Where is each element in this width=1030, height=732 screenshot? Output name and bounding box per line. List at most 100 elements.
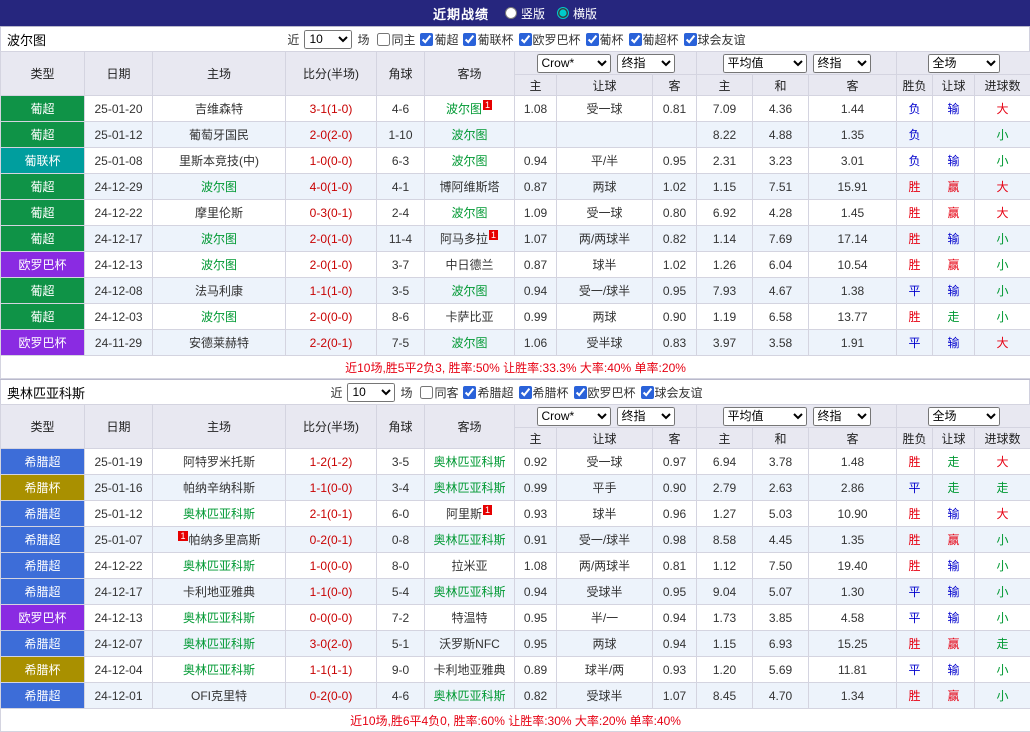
bookmaker-select[interactable]: Crow* — [537, 54, 611, 73]
handicap-line: 球半/两 — [557, 657, 653, 683]
avg-stage-select[interactable]: 终指 — [813, 54, 871, 73]
sub-column-header: 胜负 — [897, 428, 933, 449]
bookmaker-select[interactable]: Crow* — [537, 407, 611, 426]
checkbox-input[interactable] — [641, 386, 654, 399]
odds-stage-select[interactable]: 终指 — [617, 54, 675, 73]
section-team-title: 奥林匹亚科斯 — [7, 383, 85, 402]
team-name: 里斯本竞技(中) — [179, 154, 259, 168]
filter-checkbox-希腊超[interactable]: 希腊超 — [458, 384, 513, 401]
checkbox-input[interactable] — [377, 33, 390, 46]
column-header: 类型 — [1, 52, 85, 96]
avg-away: 1.45 — [809, 200, 897, 226]
away-odds: 0.98 — [653, 527, 697, 553]
filter-checkbox-同客[interactable]: 同客 — [415, 384, 458, 401]
avg-away: 1.34 — [809, 683, 897, 709]
result-goals: 小 — [975, 278, 1030, 304]
result-goals: 小 — [975, 553, 1030, 579]
recent-count-select[interactable]: 10 — [347, 383, 395, 402]
checkbox-input[interactable] — [629, 33, 642, 46]
filter-checkbox-葡联杯[interactable]: 葡联杯 — [458, 31, 513, 48]
filter-checkbox-同主[interactable]: 同主 — [372, 31, 415, 48]
match-stats-page: 近期战绩 竖版横版 波尔图近10场同主葡超葡联杯欧罗巴杯葡杯葡超杯球会友谊类型日… — [0, 0, 1030, 732]
checkbox-input[interactable] — [519, 386, 532, 399]
checkbox-input[interactable] — [463, 386, 476, 399]
avg-draw: 4.36 — [753, 96, 809, 122]
filter-bar: 波尔图近10场同主葡超葡联杯欧罗巴杯葡杯葡超杯球会友谊 — [0, 27, 1030, 51]
match-date: 24-12-03 — [85, 304, 153, 330]
scope-select[interactable]: 全场 — [928, 407, 1000, 426]
away-team: 沃罗斯NFC — [425, 631, 515, 657]
odds-select-group: Crow* 终指 — [515, 52, 697, 75]
result-outcome: 平 — [897, 605, 933, 631]
match-row: 葡超24-12-29波尔图4-0(1-0)4-1博阿维斯塔0.87两球1.021… — [1, 174, 1030, 200]
avg-away: 3.01 — [809, 148, 897, 174]
checkbox-input[interactable] — [684, 33, 697, 46]
filter-checkbox-葡超杯[interactable]: 葡超杯 — [624, 31, 679, 48]
avg-home: 1.19 — [697, 304, 753, 330]
match-score: 2-0(0-0) — [286, 304, 377, 330]
handicap-line: 受一/球半 — [557, 527, 653, 553]
competition-badge: 希腊超 — [1, 683, 85, 709]
checkbox-input[interactable] — [463, 33, 476, 46]
match-row: 希腊超24-12-17卡利地亚雅典1-1(0-0)5-4奥林匹亚科斯0.94受球… — [1, 579, 1030, 605]
match-date: 24-12-04 — [85, 657, 153, 683]
filter-checkbox-欧罗巴杯[interactable]: 欧罗巴杯 — [569, 384, 636, 401]
layout-radio-vertical[interactable]: 竖版 — [505, 5, 545, 22]
filter-checkbox-葡杯[interactable]: 葡杯 — [581, 31, 624, 48]
checkbox-input[interactable] — [420, 386, 433, 399]
avg-home: 1.14 — [697, 226, 753, 252]
recent-count-select[interactable]: 10 — [304, 30, 352, 49]
avg-draw: 5.03 — [753, 501, 809, 527]
away-team: 奥林匹亚科斯 — [425, 579, 515, 605]
average-select[interactable]: 平均值 — [723, 407, 807, 426]
checkbox-input[interactable] — [574, 386, 587, 399]
avg-home: 8.58 — [697, 527, 753, 553]
scope-select-group: 全场 — [897, 52, 1030, 75]
odds-stage-select[interactable]: 终指 — [617, 407, 675, 426]
filter-checkbox-球会友谊[interactable]: 球会友谊 — [636, 384, 703, 401]
corner-score: 7-2 — [377, 605, 425, 631]
column-header: 主场 — [153, 52, 286, 96]
checkbox-label: 希腊超 — [477, 384, 513, 401]
home-team: 波尔图 — [153, 304, 286, 330]
team-name: 奥林匹亚科斯 — [183, 611, 255, 625]
team-name: 葡萄牙国民 — [189, 128, 249, 142]
home-odds: 1.06 — [515, 330, 557, 356]
column-header: 主场 — [153, 405, 286, 449]
avg-away: 1.35 — [809, 122, 897, 148]
result-goals: 小 — [975, 304, 1030, 330]
checkbox-input[interactable] — [519, 33, 532, 46]
checkbox-label: 葡联杯 — [477, 31, 513, 48]
avg-stage-select[interactable]: 终指 — [813, 407, 871, 426]
home-odds: 0.87 — [515, 174, 557, 200]
layout-radio-input[interactable] — [557, 7, 569, 19]
layout-radio-input[interactable] — [505, 7, 517, 19]
avg-away: 13.77 — [809, 304, 897, 330]
result-goals: 大 — [975, 449, 1030, 475]
away-odds: 0.83 — [653, 330, 697, 356]
layout-radio-horizontal[interactable]: 横版 — [557, 5, 597, 22]
avg-away: 10.90 — [809, 501, 897, 527]
away-odds: 0.93 — [653, 657, 697, 683]
average-select[interactable]: 平均值 — [723, 54, 807, 73]
filter-checkbox-球会友谊[interactable]: 球会友谊 — [679, 31, 746, 48]
corner-score: 2-4 — [377, 200, 425, 226]
corner-score: 6-3 — [377, 148, 425, 174]
scope-select[interactable]: 全场 — [928, 54, 1000, 73]
checkbox-input[interactable] — [420, 33, 433, 46]
filter-checkbox-欧罗巴杯[interactable]: 欧罗巴杯 — [514, 31, 581, 48]
avg-draw: 4.45 — [753, 527, 809, 553]
avg-home: 1.15 — [697, 174, 753, 200]
sub-column-header: 让球 — [933, 428, 975, 449]
team-name: 奥林匹亚科斯 — [183, 637, 255, 651]
filter-checkbox-希腊杯[interactable]: 希腊杯 — [514, 384, 569, 401]
match-row: 希腊杯24-12-04奥林匹亚科斯1-1(1-1)9-0卡利地亚雅典0.89球半… — [1, 657, 1030, 683]
team-name: 摩里伦斯 — [195, 206, 243, 220]
checkbox-input[interactable] — [586, 33, 599, 46]
filter-checkbox-葡超[interactable]: 葡超 — [415, 31, 458, 48]
match-score: 1-2(1-2) — [286, 449, 377, 475]
result-handicap: 输 — [933, 148, 975, 174]
home-odds — [515, 122, 557, 148]
summary-text: 近10场,胜5平2负3, 胜率:50% 让胜率:33.3% 大率:40% 单率:… — [1, 356, 1030, 379]
result-goals: 走 — [975, 631, 1030, 657]
